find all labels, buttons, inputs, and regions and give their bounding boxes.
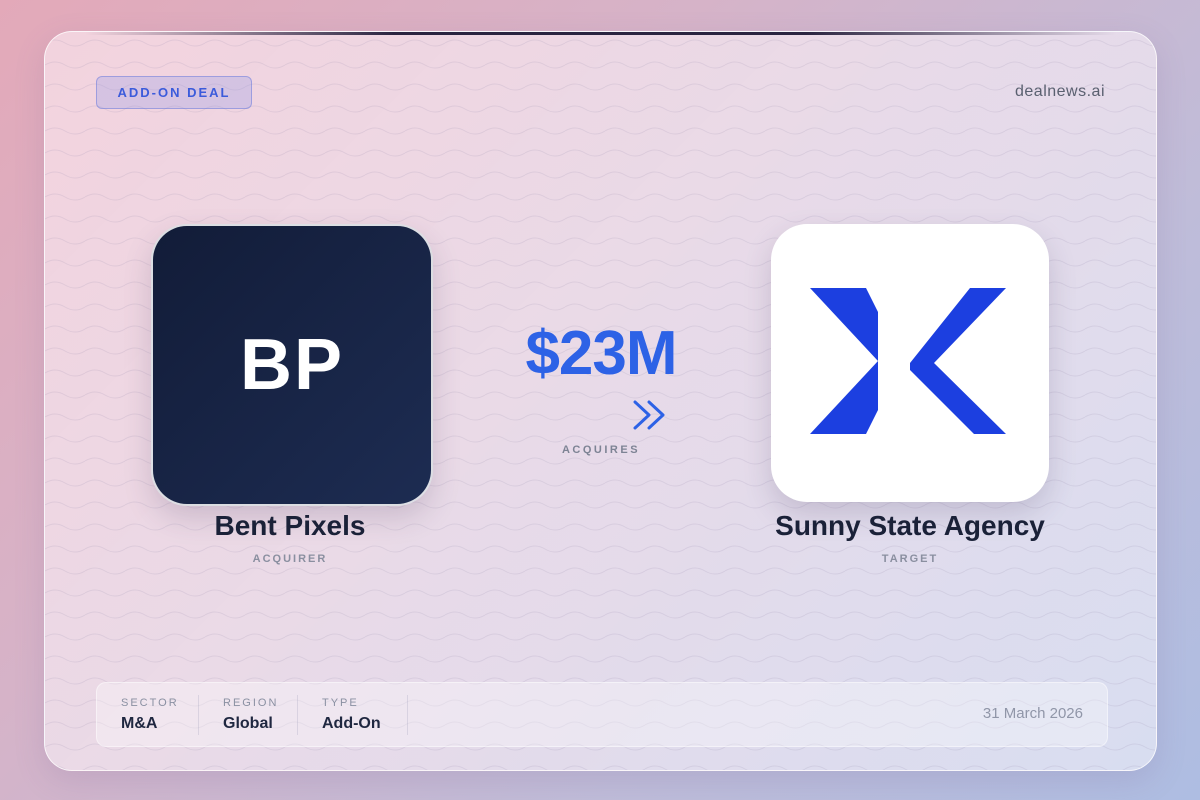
meta-divider [407, 695, 408, 735]
meta-type-value: Add-On [322, 715, 381, 732]
deal-card: ADD-ON DEAL dealnews.ai BP Bent Pixels A… [44, 31, 1157, 771]
deal-type-badge: ADD-ON DEAL [96, 76, 252, 109]
meta-sector: SECTOR M&A [97, 683, 197, 746]
meta-sector-value: M&A [121, 715, 158, 732]
deal-verb: ACQUIRES [561, 444, 641, 456]
card-top-accent [85, 32, 1116, 35]
meta-type: TYPE Add-On [298, 683, 406, 746]
deal-meta-bar: SECTOR M&A REGION Global TYPE Add-On 31 … [96, 682, 1108, 747]
brand-label[interactable]: dealnews.ai [1015, 83, 1105, 101]
deal-amount: $23M [525, 319, 677, 388]
meta-region: REGION Global [199, 683, 297, 746]
target-name: Sunny State Agency [775, 510, 1045, 541]
x-logo-icon [810, 288, 1006, 434]
deal-date: 31 March 2026 [982, 705, 1083, 722]
meta-sector-label: SECTOR [121, 697, 179, 709]
acquirer-logo-text: BP [239, 325, 345, 405]
meta-region-label: REGION [223, 697, 279, 709]
acquirer-name: Bent Pixels [214, 510, 366, 541]
meta-region-value: Global [223, 715, 273, 732]
target-logo [771, 224, 1049, 502]
acquirer-logo: BP [151, 224, 433, 506]
acquires-arrow-icon [517, 400, 665, 430]
meta-type-label: TYPE [322, 697, 359, 709]
target-role: TARGET [881, 553, 939, 565]
acquirer-role: ACQUIRER [252, 553, 328, 565]
